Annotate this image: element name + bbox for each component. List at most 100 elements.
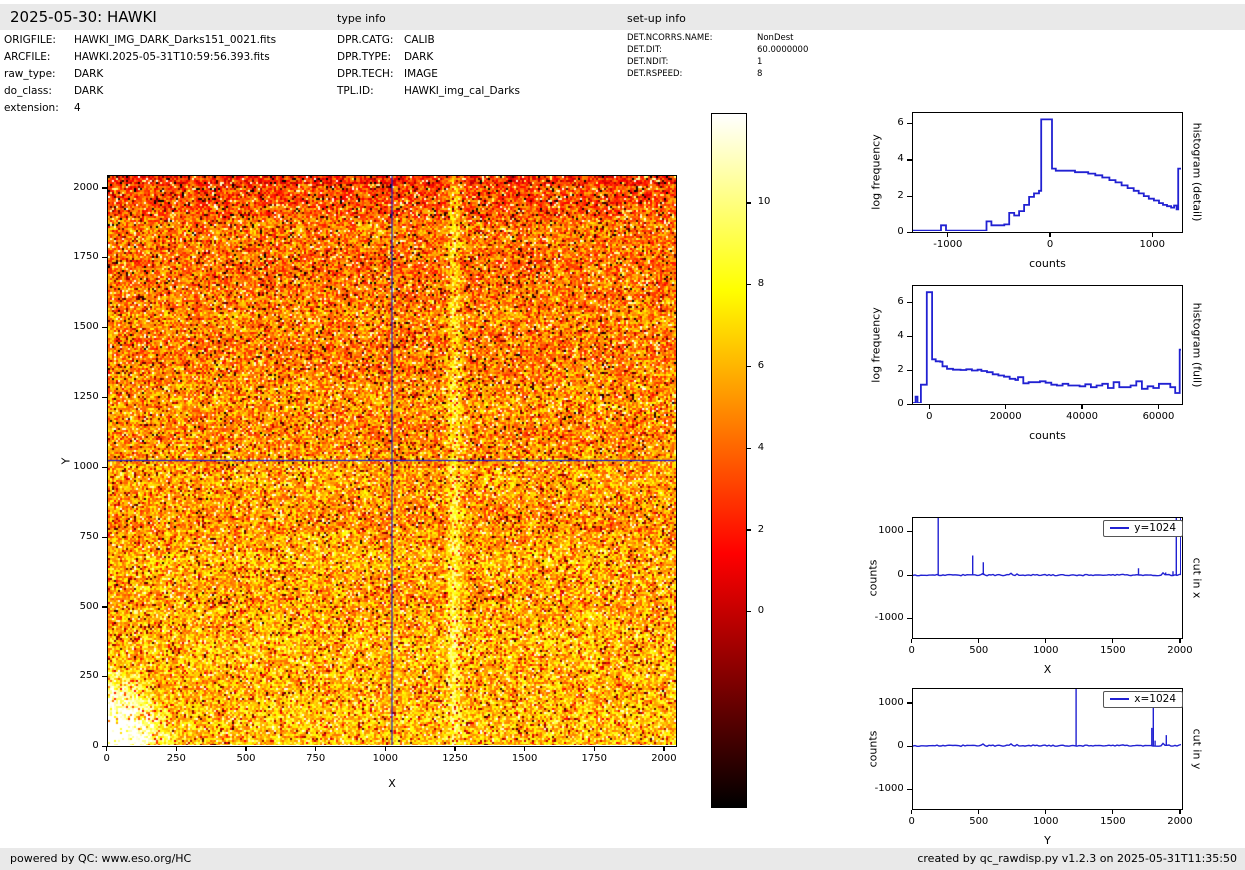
- legend: x=1024: [1103, 691, 1183, 708]
- y-tick: [907, 123, 912, 124]
- y-tick: [102, 187, 107, 188]
- info-value: DARK: [74, 68, 103, 80]
- x-tick: [1112, 810, 1113, 814]
- y-axis-label: counts: [866, 559, 879, 596]
- y-tick-label: 750: [51, 531, 99, 542]
- right-axis-title: cut in x: [1191, 557, 1204, 598]
- x-tick-label: 2000: [1167, 645, 1192, 656]
- colorbar-tick-label: 8: [758, 278, 764, 289]
- footer-created-by: created by qc_rawdisp.py v1.2.3 on 2025-…: [917, 852, 1237, 865]
- info-label: ARCFILE:: [4, 51, 50, 63]
- info-value: IMAGE: [404, 68, 438, 80]
- info-label: DET.NDIT:: [627, 57, 668, 67]
- y-tick-label: 2000: [51, 182, 99, 193]
- x-tick: [978, 810, 979, 814]
- main-image-canvas: [108, 176, 676, 745]
- main-image-plot: [107, 175, 678, 747]
- info-value: DARK: [74, 85, 103, 97]
- x-tick-label: 1500: [1100, 645, 1125, 656]
- info-label: do_class:: [4, 85, 52, 97]
- info-label: raw_type:: [4, 68, 56, 80]
- x-tick: [315, 747, 316, 751]
- info-value: DARK: [404, 51, 433, 63]
- x-axis-label: X: [1044, 663, 1052, 676]
- y-tick-label: 1750: [51, 251, 99, 262]
- x-tick-label: 20000: [990, 411, 1022, 422]
- y-tick: [102, 327, 107, 328]
- hist-detail-curve: [913, 113, 1182, 231]
- x-tick-label: 1000: [1033, 816, 1058, 827]
- x-tick-label: 1000: [1139, 239, 1164, 250]
- info-label: DPR.CATG:: [337, 34, 393, 46]
- legend: y=1024: [1103, 520, 1183, 537]
- colorbar-tick: [747, 448, 752, 449]
- section-heading-setup-info: set-up info: [627, 12, 686, 25]
- x-tick-label: 1000: [373, 753, 398, 764]
- right-axis-title: histogram (full): [1191, 302, 1204, 387]
- x-tick: [1049, 233, 1050, 237]
- x-axis-label: X: [388, 777, 396, 790]
- x-tick: [1081, 405, 1082, 409]
- x-tick: [524, 747, 525, 751]
- info-label: DET.NCORRS.NAME:: [627, 33, 712, 43]
- info-label: DET.RSPEED:: [627, 69, 682, 79]
- x-tick-label: 250: [167, 753, 186, 764]
- x-tick: [106, 747, 107, 751]
- info-value: NonDest: [757, 33, 793, 43]
- y-tick: [102, 397, 107, 398]
- hist-detail-plot: [912, 112, 1184, 233]
- legend-label: y=1024: [1134, 522, 1176, 534]
- y-tick: [102, 467, 107, 468]
- colorbar-tick-label: 6: [758, 360, 764, 371]
- y-tick-label: 1000: [856, 697, 904, 708]
- colorbar-tick: [747, 529, 752, 530]
- legend-label: x=1024: [1134, 693, 1176, 705]
- info-value: HAWKI.2025-05-31T10:59:56.393.fits: [74, 51, 270, 63]
- x-tick-label: 500: [236, 753, 255, 764]
- info-label: DET.DIT:: [627, 45, 662, 55]
- x-tick: [1158, 405, 1159, 409]
- y-tick-label: 0: [856, 569, 904, 580]
- colorbar-tick-label: 0: [758, 605, 764, 616]
- y-tick-label: 1250: [51, 391, 99, 402]
- x-tick-label: 0: [1047, 239, 1053, 250]
- info-value: 1: [757, 57, 762, 67]
- y-tick-label: 6: [856, 296, 904, 307]
- y-tick: [907, 302, 912, 303]
- x-tick-label: 40000: [1066, 411, 1098, 422]
- x-tick-label: 0: [104, 753, 110, 764]
- right-axis-title: cut in y: [1191, 729, 1204, 770]
- y-tick: [907, 746, 912, 747]
- section-heading-type-info: type info: [337, 12, 386, 25]
- qc-report-page: 2025-05-30: HAWKI type info set-up info …: [0, 0, 1245, 870]
- x-axis-label: counts: [1029, 257, 1066, 270]
- legend-line-sample: [1110, 527, 1129, 529]
- x-tick: [1005, 405, 1006, 409]
- colorbar-tick: [747, 202, 752, 203]
- y-tick-label: 0: [856, 740, 904, 751]
- y-tick: [907, 575, 912, 576]
- y-tick: [102, 676, 107, 677]
- y-tick-label: 0: [856, 398, 904, 409]
- info-value: CALIB: [404, 34, 435, 46]
- y-axis-label: log frequency: [869, 307, 882, 382]
- x-tick: [1045, 639, 1046, 643]
- x-tick: [1112, 639, 1113, 643]
- x-tick-label: 750: [306, 753, 325, 764]
- x-tick-label: 1500: [1100, 816, 1125, 827]
- x-tick-label: 0: [926, 411, 932, 422]
- y-tick-label: 1500: [51, 321, 99, 332]
- info-value: HAWKI_IMG_DARK_Darks151_0021.fits: [74, 34, 276, 46]
- y-tick: [907, 159, 912, 160]
- y-axis-label: Y: [59, 457, 72, 464]
- x-tick: [663, 747, 664, 751]
- info-value: HAWKI_img_cal_Darks: [404, 85, 520, 97]
- colorbar-tick: [747, 284, 752, 285]
- y-tick: [907, 336, 912, 337]
- x-tick: [1179, 639, 1180, 643]
- x-axis-label: Y: [1044, 834, 1051, 847]
- x-tick-label: 1500: [512, 753, 537, 764]
- colorbar-tick: [747, 611, 752, 612]
- x-tick-label: 2000: [1167, 816, 1192, 827]
- x-tick: [245, 747, 246, 751]
